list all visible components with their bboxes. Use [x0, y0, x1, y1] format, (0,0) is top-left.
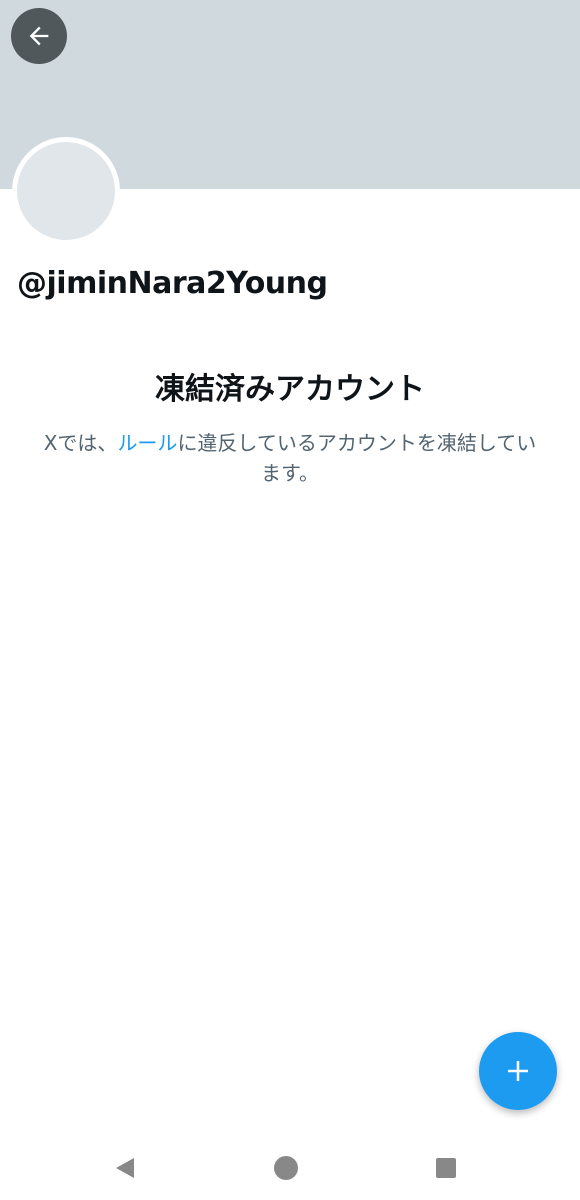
square-recents-icon: [436, 1158, 456, 1178]
rules-link[interactable]: ルール: [117, 431, 177, 455]
system-home-button[interactable]: [246, 1136, 326, 1200]
system-navigation-bar: [0, 1136, 580, 1200]
profile-handle: @jiminNara2Young: [17, 266, 328, 301]
description-suffix: に違反しているアカウントを凍結しています。: [177, 431, 537, 485]
plus-icon: [508, 1061, 528, 1081]
system-recents-button[interactable]: [406, 1136, 486, 1200]
suspended-description: Xでは、ルールに違反しているアカウントを凍結しています。: [40, 428, 540, 488]
system-back-button[interactable]: [85, 1136, 165, 1200]
triangle-back-icon: [116, 1158, 134, 1178]
description-prefix: Xでは、: [43, 431, 118, 455]
avatar: [12, 137, 120, 245]
arrow-left-icon: [29, 26, 49, 46]
suspended-title: 凍結済みアカウント: [155, 372, 425, 407]
circle-home-icon: [274, 1156, 298, 1180]
back-button[interactable]: [11, 8, 67, 64]
compose-fab[interactable]: [479, 1032, 557, 1110]
avatar-placeholder: [17, 142, 115, 240]
